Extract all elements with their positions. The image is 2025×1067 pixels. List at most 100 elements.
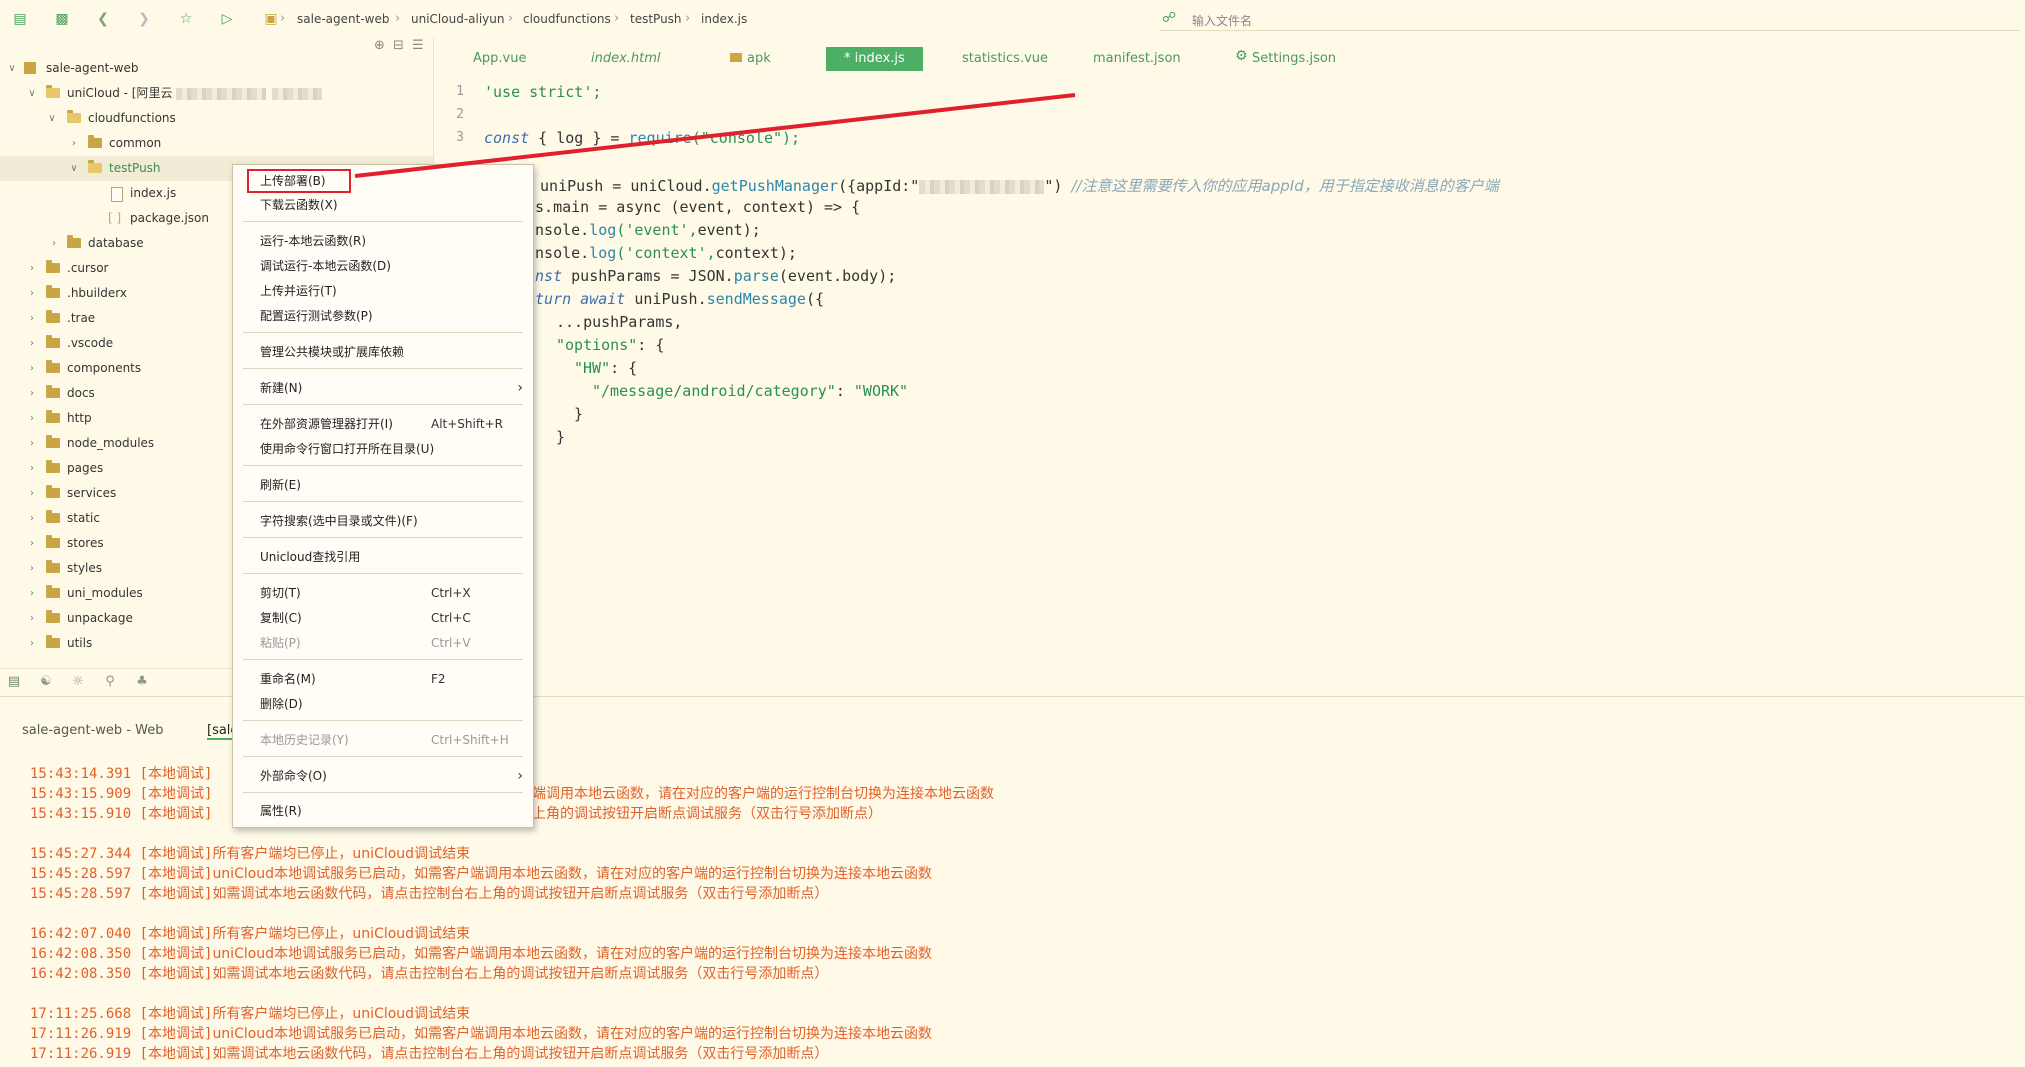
log-line: 16:42:07.040 [本地调试]所有客户端均已停止，uniCloud调试结… [30,926,471,942]
tab-app-vue[interactable]: App.vue [473,48,526,70]
tab-settings-json[interactable]: Settings.json [1252,48,1336,70]
code-editor[interactable]: 1 2 3 'use strict'; const { log } = requ… [434,74,2025,694]
tree-item-unicloud[interactable]: ∨ uniCloud - [阿里云 [0,81,433,106]
search-input[interactable]: 输入文件名 [1192,12,1252,29]
top-toolbar: ▤ ▩ ❮ ❯ ☆ ▷ ▣ › sale-agent-web › uniClou… [0,0,2025,39]
tab-manifest-json[interactable]: manifest.json [1093,48,1181,70]
menu-item-search-chars[interactable]: 字符搜索(选中目录或文件)(F) [233,509,533,533]
folder-icon [46,260,60,273]
git-icon[interactable]: ♣ [134,674,150,690]
console-tab-web[interactable]: sale-agent-web - Web [22,723,163,738]
tree-item-common[interactable]: › common [0,131,433,156]
folder-icon [46,435,60,448]
line-number: 2 [456,107,464,122]
menu-item-open-explorer[interactable]: 在外部资源管理器打开(I) Alt+Shift+R [233,412,533,436]
menu-item-properties[interactable]: 属性(R) [233,799,533,823]
menu-icon[interactable]: ☰ [412,38,424,53]
tab-statistics-vue[interactable]: statistics.vue [962,48,1048,70]
log-line-msg: 上角的调试按钮开启断点调试服务（双击行号添加断点） [532,806,882,822]
submenu-arrow-icon: › [517,768,523,784]
breadcrumb-cloudfunctions[interactable]: cloudfunctions [523,12,611,26]
menu-item-manage-modules[interactable]: 管理公共模块或扩展库依赖 [233,340,533,364]
log-line: 16:42:08.350 [本地调试]uniCloud本地调试服务已启动，如需客… [30,946,933,962]
menu-item-upload-run[interactable]: 上传并运行(T) [233,279,533,303]
editor-tabs: App.vue index.html apk * index.js statis… [434,38,2025,75]
new-file-icon[interactable]: ▤ [10,9,30,29]
menu-item-upload-deploy[interactable]: 上传部署(B) [233,169,533,193]
code-line: onst pushParams = JSON.parse(event.body)… [526,267,897,285]
search-panel-icon[interactable]: ⚲ [102,674,118,690]
menu-item-delete[interactable]: 删除(D) [233,692,533,716]
folder-icon [46,635,60,648]
log-line: 15:45:28.597 [本地调试]uniCloud本地调试服务已启动，如需客… [30,866,933,882]
js-file-icon [111,187,123,202]
folder-icon [46,585,60,598]
menu-item-config-params[interactable]: 配置运行测试参数(P) [233,304,533,328]
code-line: ts.main = async (event, context) => { [526,198,861,216]
code-line: } [574,405,584,423]
file-search-box[interactable]: ☍ 输入文件名 [1160,8,2020,31]
star-icon[interactable]: ☆ [176,9,196,29]
collapse-icon[interactable]: ⊟ [393,38,404,53]
code-line: "options": { [556,336,665,354]
folder-icon [46,85,60,98]
code-line: "/message/android/category": "WORK" [592,382,909,400]
menu-item-paste[interactable]: 粘贴(P) Ctrl+V [233,631,533,655]
log-line: 15:45:28.597 [本地调试]如需调试本地云函数代码，请点击控制台右上角… [30,886,829,902]
menu-item-debug-local[interactable]: 调试运行-本地云函数(D) [233,254,533,278]
explorer-icon[interactable]: ▤ [6,674,22,690]
run-icon[interactable]: ▷ [217,9,237,29]
context-menu: 上传部署(B) 下载云函数(X) 运行-本地云函数(R) 调试运行-本地云函数(… [232,164,534,828]
log-line: 16:42:08.350 [本地调试]如需调试本地云函数代码，请点击控制台右上角… [30,966,829,982]
folder-icon [46,485,60,498]
locate-icon[interactable]: ⊕ [374,38,385,53]
line-number: 3 [456,130,464,145]
menu-item-copy[interactable]: 复制(C) Ctrl+C [233,606,533,630]
menu-item-open-cmd[interactable]: 使用命令行窗口打开所在目录(U) [233,437,533,461]
tree-item-cloudfunctions[interactable]: ∨ cloudfunctions [0,106,433,131]
project-icon: ▣ [264,11,278,27]
menu-item-refresh[interactable]: 刷新(E) [233,473,533,497]
tab-apk[interactable]: apk [747,48,771,70]
menu-item-external-cmd[interactable]: 外部命令(O) › [233,764,533,788]
menu-item-new[interactable]: 新建(N) › [233,376,533,400]
menu-item-unicloud-find[interactable]: Unicloud查找引用 [233,545,533,569]
code-line: ...pushParams, [556,313,683,331]
code-line: onsole.log('context',context); [526,244,797,262]
folder-icon [46,335,60,348]
log-line: 15:43:15.909 [本地调试] [30,786,213,802]
plugin-icon[interactable]: ☯ [38,674,54,690]
back-icon[interactable]: ❮ [93,9,113,29]
save-icon[interactable]: ▩ [52,9,72,29]
menu-item-rename[interactable]: 重命名(M) F2 [233,667,533,691]
folder-icon [46,535,60,548]
tree-item-root[interactable]: ∨ sale-agent-web [0,56,433,81]
code-line: } [556,428,566,446]
code-line: 'use strict'; [484,83,602,101]
forward-icon[interactable]: ❯ [134,9,154,29]
menu-item-download-cloud-fn[interactable]: 下载云函数(X) [233,193,533,217]
folder-icon [46,410,60,423]
log-line: 17:11:26.919 [本地调试]uniCloud本地调试服务已启动，如需客… [30,1026,933,1042]
breadcrumb-unicloud[interactable]: uniCloud-aliyun [411,12,505,26]
tab-index-js[interactable]: * index.js [826,47,923,71]
folder-icon [67,235,81,248]
folder-icon [88,160,102,173]
code-line: uniPush = uniCloud.getPushManager({appId… [531,177,1499,195]
code-line: onsole.log('event',event); [526,221,761,239]
breadcrumb-project[interactable]: sale-agent-web [297,12,389,26]
search-file-icon: ☍ [1162,10,1177,26]
code-line: "HW": { [574,359,638,377]
line-number: 1 [456,84,464,99]
folder-icon [730,53,742,62]
menu-item-local-history[interactable]: 本地历史记录(Y) Ctrl+Shift+H [233,728,533,752]
breadcrumb-file[interactable]: index.js [701,12,747,26]
tab-index-html[interactable]: index.html [591,48,661,70]
bug-icon[interactable]: ☼ [70,674,86,690]
log-line: 15:45:27.344 [本地调试]所有客户端均已停止，uniCloud调试结… [30,846,471,862]
breadcrumb-testpush[interactable]: testPush [630,12,682,26]
code-line: eturn await uniPush.sendMessage({ [526,290,825,308]
folder-icon [46,285,60,298]
menu-item-cut[interactable]: 剪切(T) Ctrl+X [233,581,533,605]
menu-item-run-local[interactable]: 运行-本地云函数(R) [233,229,533,253]
